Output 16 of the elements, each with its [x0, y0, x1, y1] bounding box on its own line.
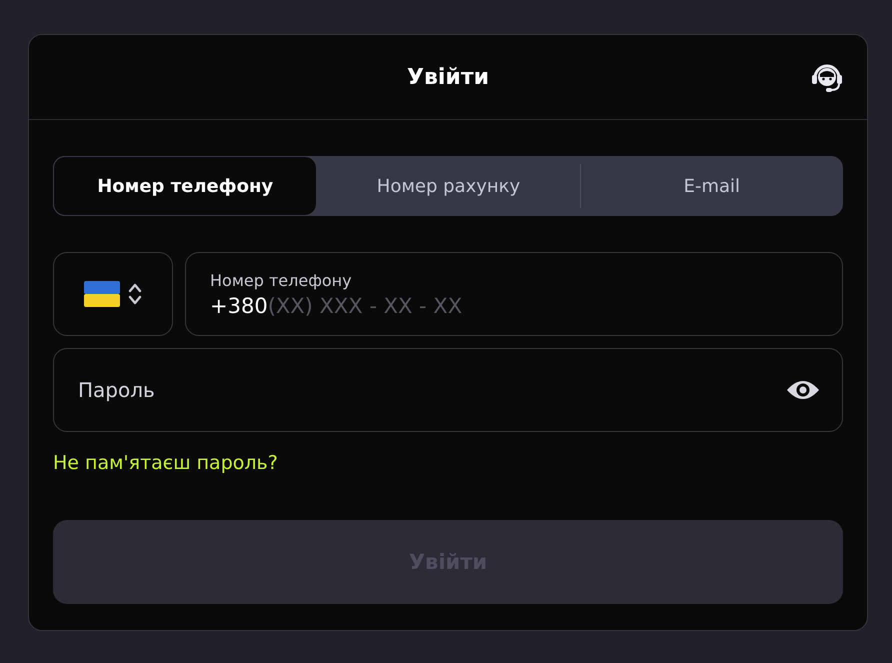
- eye-icon: [786, 378, 820, 402]
- phone-field[interactable]: Номер телефону +380(XX) XXX - XX - XX: [185, 252, 843, 336]
- dialog-title: Увійти: [406, 64, 489, 90]
- password-input[interactable]: Пароль: [78, 378, 786, 402]
- method-tab[interactable]: Номер телефону: [53, 156, 318, 216]
- show-password-button[interactable]: [786, 378, 820, 402]
- method-tab[interactable]: Номер рахунку: [317, 156, 580, 216]
- field-label: Номер телефону: [210, 270, 353, 290]
- country-select[interactable]: [53, 252, 173, 336]
- forgot-password-link[interactable]: Не пам'ятаєш пароль?: [53, 452, 278, 474]
- chevron-updown-icon: [128, 282, 142, 306]
- phone-input[interactable]: (XX) XXX - XX - XX: [268, 294, 818, 318]
- password-field[interactable]: Пароль: [53, 348, 843, 432]
- country-code: +380: [210, 294, 268, 318]
- flag-icon: [84, 281, 120, 307]
- method-tab[interactable]: E-mail: [580, 156, 843, 216]
